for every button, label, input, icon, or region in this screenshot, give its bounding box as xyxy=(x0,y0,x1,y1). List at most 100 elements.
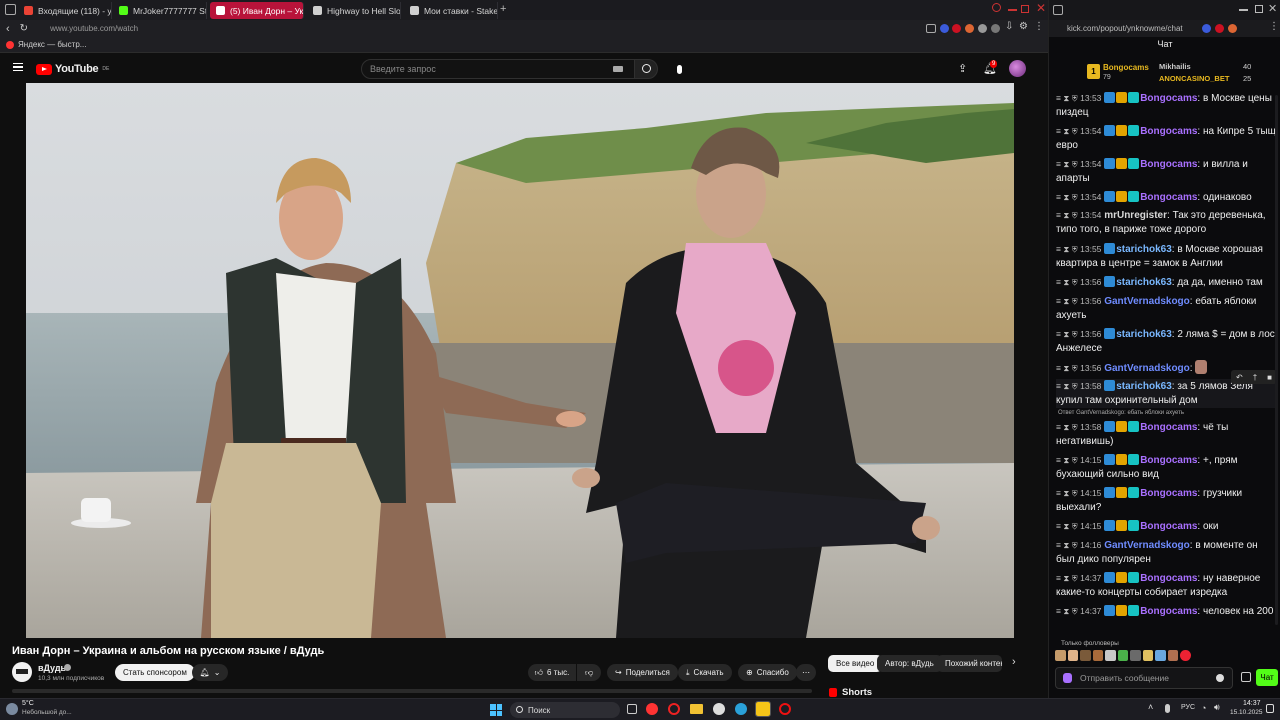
scroll-indicator[interactable] xyxy=(1275,95,1278,625)
send-chat-button[interactable]: Чат xyxy=(1256,669,1278,686)
emote-row[interactable] xyxy=(1055,650,1192,662)
weather-icon[interactable] xyxy=(6,703,18,715)
emote-icon[interactable] xyxy=(1092,650,1104,661)
message-username[interactable]: starichok63 xyxy=(1116,244,1172,255)
filter-chip-all[interactable]: Все видео xyxy=(828,655,883,672)
third-name[interactable]: ANONCASINO_BET xyxy=(1159,74,1229,83)
clock-date[interactable]: 15.10.2025 xyxy=(1230,709,1263,716)
tab-kick-stream[interactable]: MrJoker7777777 Stream xyxy=(113,2,207,19)
message-username[interactable]: starichok63 xyxy=(1116,277,1172,288)
mod-tools-icon[interactable]: ≡ ⧗ ⛨ xyxy=(1056,126,1080,136)
weather-temp[interactable]: 5°C xyxy=(22,700,34,707)
extension-badge-icon[interactable] xyxy=(940,24,949,33)
mod-tools-icon[interactable]: ≡ ⧗ ⛨ xyxy=(1056,329,1080,339)
create-icon[interactable]: ⇪ xyxy=(958,62,967,75)
dislike-button[interactable]: 👎︎ xyxy=(577,664,601,681)
download-icon[interactable]: ⇩ xyxy=(1005,21,1013,32)
yandex-browser-icon[interactable] xyxy=(646,703,658,715)
minimize-icon[interactable] xyxy=(1008,9,1017,11)
download-button[interactable]: ⤓ Скачать xyxy=(678,664,732,681)
emote-icon[interactable] xyxy=(1080,650,1091,661)
chat-message[interactable]: ≡ ⧗ ⛨ 14:37 Bongocams: человек на 200 xyxy=(1056,604,1278,619)
chat-message[interactable]: ≡ ⧗ ⛨ 13:54 Bongocams: и вилла и апарты xyxy=(1056,157,1278,186)
mod-tools-icon[interactable]: ≡ ⧗ ⛨ xyxy=(1056,521,1080,531)
video-player[interactable] xyxy=(26,83,1014,638)
emote-icon[interactable] xyxy=(1105,650,1116,661)
message-username[interactable]: Bongocams xyxy=(1140,93,1197,104)
reload-icon[interactable]: ↻ xyxy=(20,23,28,34)
mod-tools-icon[interactable]: ≡ ⧗ ⛨ xyxy=(1056,244,1080,254)
address-text[interactable]: www.youtube.com/watch xyxy=(50,24,138,33)
tray-chevron-icon[interactable]: ˄ xyxy=(1148,702,1153,712)
chat-message[interactable]: ≡ ⧗ ⛨ 13:54 mrUnregister: Так это дереве… xyxy=(1056,208,1278,237)
delete-icon[interactable]: ■ xyxy=(1267,373,1272,382)
emote-icon[interactable] xyxy=(1167,650,1179,661)
keyboard-icon[interactable] xyxy=(613,66,623,72)
reply-icon[interactable]: ↶ xyxy=(1236,373,1243,382)
task-view-icon[interactable] xyxy=(627,704,637,714)
emote-icon[interactable] xyxy=(1067,650,1079,661)
chat-message-input[interactable]: Отправить сообщение xyxy=(1055,667,1233,689)
message-username[interactable]: Bongocams xyxy=(1140,126,1197,137)
extension-icon[interactable] xyxy=(1228,24,1237,33)
mod-tools-icon[interactable]: ≡ ⧗ ⛨ xyxy=(1056,93,1080,103)
message-username[interactable]: starichok63 xyxy=(1116,381,1172,392)
tab-youtube[interactable]: (5) Иван Дорн – Украин xyxy=(210,2,304,19)
mod-tools-icon[interactable]: ≡ ⧗ ⛨ xyxy=(1056,606,1080,616)
sponsor-button[interactable]: Стать спонсором xyxy=(115,664,195,681)
emote-icon[interactable] xyxy=(1130,650,1141,661)
minimize-icon[interactable] xyxy=(1239,9,1248,11)
extension-icon[interactable] xyxy=(991,24,1000,33)
mod-tools-icon[interactable]: ≡ ⧗ ⛨ xyxy=(1056,488,1080,498)
menu-icon[interactable]: ⋮ xyxy=(1034,21,1044,32)
message-username[interactable]: Bongocams xyxy=(1140,455,1197,466)
voice-search-button[interactable] xyxy=(670,59,688,79)
tab-stake[interactable]: Мои ставки - Stake.com xyxy=(404,2,498,19)
tab-gmail[interactable]: Входящие (118) - ynknou xyxy=(18,2,112,19)
chat-message[interactable]: ≡ ⧗ ⛨ 14:15 Bongocams: +, прям бухающий … xyxy=(1056,453,1278,482)
extension-icon[interactable] xyxy=(965,24,974,33)
message-username[interactable]: Bongocams xyxy=(1140,488,1197,499)
emote-icon[interactable] xyxy=(1117,650,1129,661)
message-username[interactable]: Bongocams xyxy=(1140,192,1197,203)
emote-picker-icon[interactable] xyxy=(1063,673,1072,683)
emote-icon[interactable] xyxy=(1055,650,1066,661)
telegram-icon[interactable] xyxy=(735,703,747,715)
like-button[interactable]: 👍︎ 6 тыс. xyxy=(528,664,576,681)
message-username[interactable]: GantVernadskogo xyxy=(1104,363,1190,374)
message-username[interactable]: Bongocams xyxy=(1140,573,1197,584)
chat-message[interactable]: ≡ ⧗ ⛨ 13:53 Bongocams: в Москве цены пиз… xyxy=(1056,91,1278,120)
mod-tools-icon[interactable]: ≡ ⧗ ⛨ xyxy=(1056,573,1080,583)
message-actions[interactable]: ↶ † ■ xyxy=(1231,370,1277,384)
gift-icon[interactable] xyxy=(1241,672,1251,682)
chat-message[interactable]: ≡ ⧗ ⛨ 14:16 GantVernadskogo: в моменте о… xyxy=(1056,538,1278,567)
message-username[interactable]: starichok63 xyxy=(1116,329,1172,340)
taskbar-search[interactable]: Поиск xyxy=(510,702,620,718)
mod-tools-icon[interactable]: ≡ ⧗ ⛨ xyxy=(1056,296,1080,306)
filter-chip-author[interactable]: Автор: вДудь xyxy=(877,655,942,672)
mod-tools-icon[interactable]: ≡ ⧗ ⛨ xyxy=(1056,159,1080,169)
clock-time[interactable]: 14:37 xyxy=(1243,700,1261,707)
filter-chip-related[interactable]: Похожий контент xyxy=(937,655,1002,672)
tab-slot-game[interactable]: Highway to Hell Slot Game xyxy=(307,2,401,19)
chat-message[interactable]: ≡ ⧗ ⛨ 13:55 starichok63: в Москве хороша… xyxy=(1056,242,1278,271)
opera-gx-icon[interactable] xyxy=(779,703,791,715)
message-username[interactable]: GantVernadskogo xyxy=(1104,540,1190,551)
hamburger-menu-icon[interactable] xyxy=(13,63,23,71)
thanks-button[interactable]: ⊕ Спасибо xyxy=(738,664,797,681)
language-indicator[interactable]: РУС xyxy=(1181,704,1195,711)
menu-icon[interactable]: ⋮ xyxy=(1269,21,1279,32)
avatar[interactable] xyxy=(1009,60,1026,77)
window-menu-icon[interactable] xyxy=(1053,5,1063,15)
chat-message[interactable]: ≡ ⧗ ⛨ 14:37 Bongocams: ну наверное какие… xyxy=(1056,571,1278,600)
chat-message[interactable]: ≡ ⧗ ⛨ 13:56 starichok63: 2 ляма $ = дом … xyxy=(1056,327,1278,356)
emote-icon[interactable] xyxy=(1180,650,1192,661)
youtube-logo[interactable]: YouTube DE xyxy=(36,63,109,75)
chat-message[interactable]: ≡ ⧗ ⛨ 14:15 Bongocams: оки xyxy=(1056,519,1278,534)
install-app-icon[interactable] xyxy=(926,24,936,33)
wifi-icon[interactable]: ◔ xyxy=(1201,703,1206,713)
message-username[interactable]: mrUnregister xyxy=(1104,210,1167,221)
chat-message[interactable]: ≡ ⧗ ⛨ 13:56 GantVernadskogo: ебать яблок… xyxy=(1056,294,1278,323)
search-button[interactable] xyxy=(634,59,658,79)
mod-tools-icon[interactable]: ≡ ⧗ ⛨ xyxy=(1056,277,1080,287)
